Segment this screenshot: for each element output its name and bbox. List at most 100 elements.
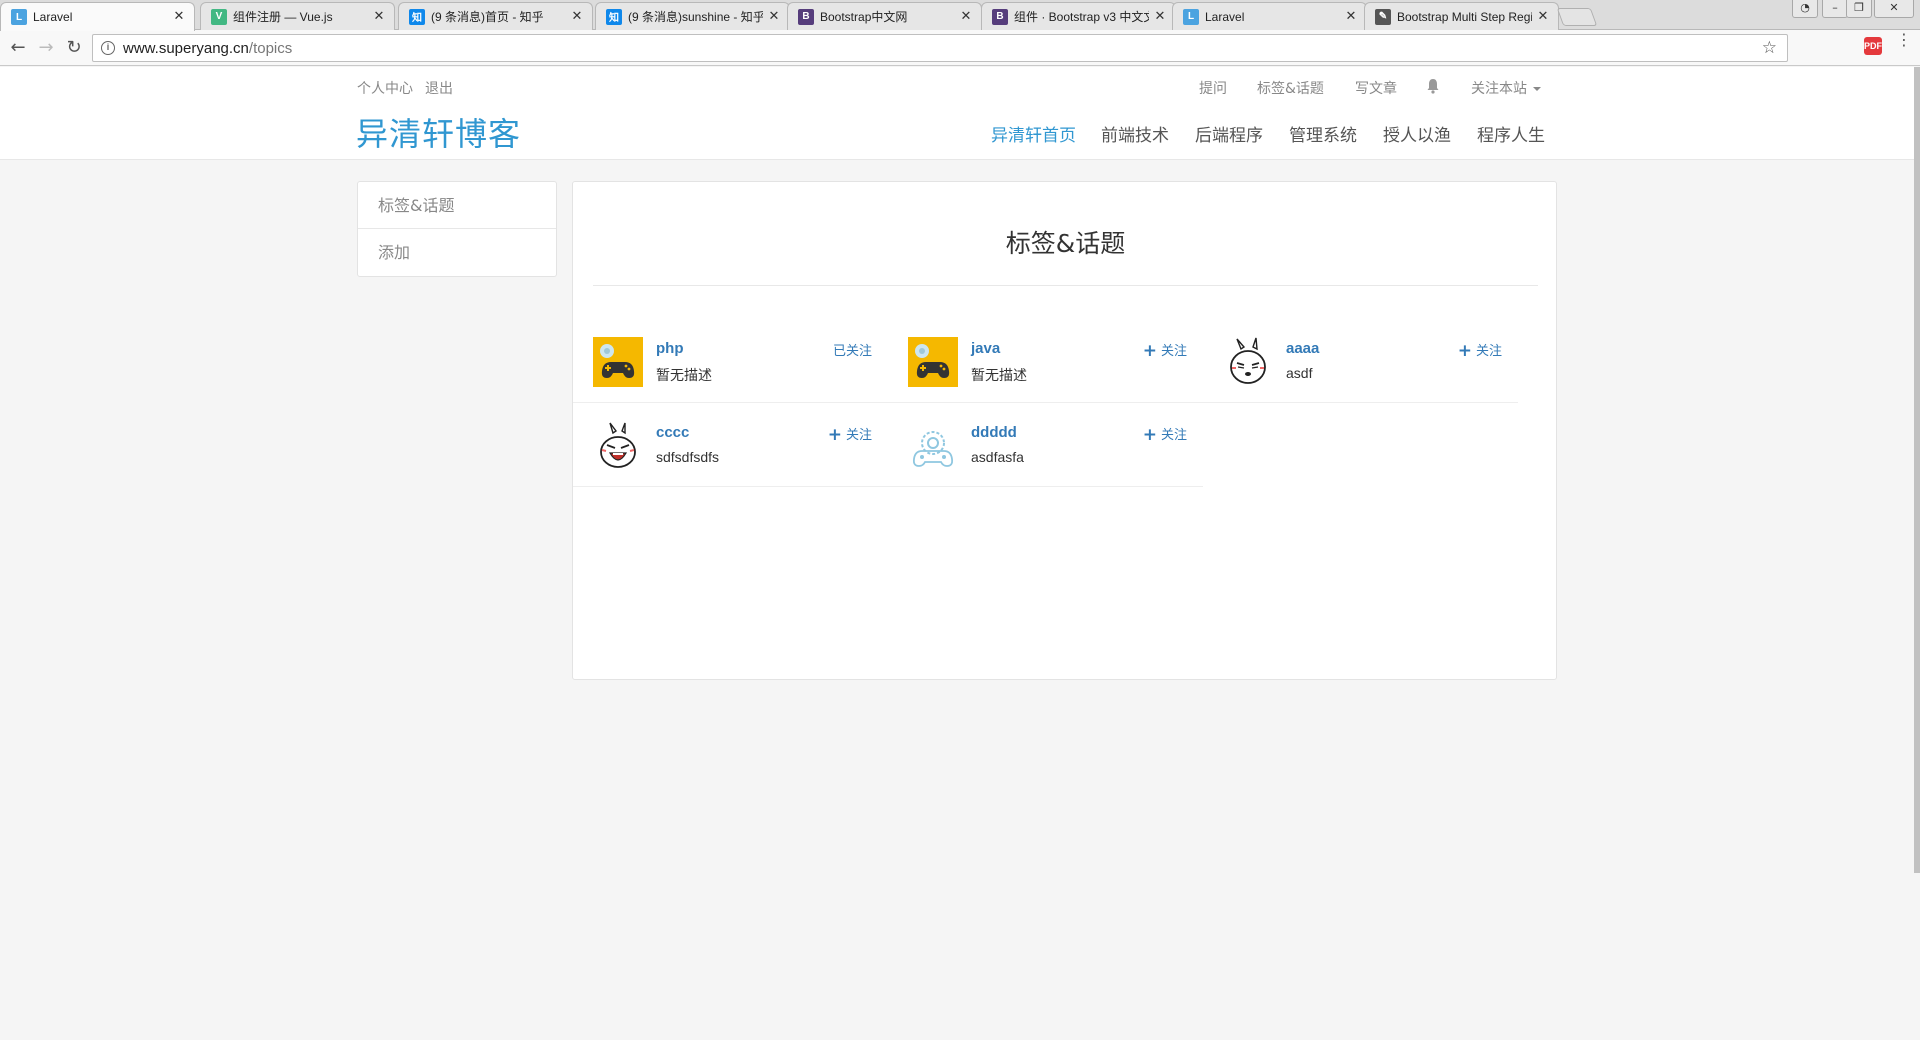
sidebar-item-tags-topics[interactable]: 标签&话题	[358, 182, 556, 229]
extension-icon[interactable]: PDF	[1864, 37, 1882, 55]
browser-tab-3[interactable]: 知 (9 条消息)sunshine - 知乎 ✕	[595, 2, 790, 30]
vue-icon: V	[211, 8, 227, 25]
sidebar-item-add[interactable]: 添加	[358, 229, 556, 276]
profile-link[interactable]: 个人中心	[357, 78, 413, 98]
follow-label: 关注	[1475, 344, 1502, 359]
close-icon[interactable]: ✕	[767, 9, 781, 24]
site-header: 个人中心 退出 提问 标签&话题 写文章 关注本站 异清轩博客 异清轩首页 前端…	[0, 67, 1914, 160]
browser-tab-1[interactable]: V 组件注册 — Vue.js ✕	[200, 2, 395, 30]
tab-title: (9 条消息)sunshine - 知乎	[628, 10, 763, 24]
topic-card: ddddd asdfasfa + 关注	[888, 403, 1203, 487]
topics-panel: 标签&话题 php 暂无描述 已关注 java 暂无描述 + 关注 aaaa a…	[572, 181, 1557, 680]
tab-title: 组件注册 — Vue.js	[233, 10, 333, 24]
browser-tabstrip: L Laravel ✕ V 组件注册 — Vue.js ✕ 知 (9 条消息)首…	[0, 0, 1920, 31]
browser-tab-7[interactable]: ✎ Bootstrap Multi Step Registration ✕	[1364, 2, 1559, 30]
follow-button[interactable]: + 关注	[1458, 340, 1502, 361]
nav-teaching[interactable]: 授人以渔	[1383, 121, 1451, 146]
nav-programmer-life[interactable]: 程序人生	[1477, 121, 1545, 146]
info-icon[interactable]: i	[101, 41, 115, 55]
logout-link[interactable]: 退出	[425, 78, 453, 98]
browser-tab-2[interactable]: 知 (9 条消息)首页 - 知乎 ✕	[398, 2, 593, 30]
rabbit-cartoon-icon[interactable]	[1223, 337, 1273, 387]
gear-gamepad-icon[interactable]	[908, 421, 958, 471]
topic-name[interactable]: php	[656, 340, 684, 357]
zhihu-icon: 知	[409, 8, 425, 25]
topic-name[interactable]: aaaa	[1286, 340, 1319, 357]
tab-title: Laravel	[1205, 9, 1245, 24]
laravel-icon: L	[1183, 8, 1199, 25]
minimize-icon[interactable]: –	[1822, 0, 1848, 18]
page-scrollbar[interactable]	[1914, 67, 1920, 873]
follow-site-label: 关注本站	[1471, 81, 1527, 97]
bell-icon[interactable]	[1426, 78, 1440, 94]
url-path: /topics	[248, 39, 293, 57]
site-brand[interactable]: 异清轩博客	[356, 109, 521, 155]
user-profile-icon[interactable]: ◔	[1792, 0, 1818, 18]
plus-icon: +	[827, 425, 842, 445]
follow-button[interactable]: + 关注	[1143, 424, 1187, 445]
plus-icon: +	[1142, 425, 1157, 445]
gamepad-icon[interactable]	[593, 337, 643, 387]
sidebar: 标签&话题 添加	[357, 181, 557, 277]
window-close-icon[interactable]: ✕	[1874, 0, 1914, 18]
topic-description: asdf	[1286, 365, 1313, 381]
back-arrow-icon[interactable]: ←	[6, 36, 30, 60]
ask-link[interactable]: 提问	[1199, 78, 1227, 98]
reload-icon[interactable]: ↻	[62, 36, 86, 60]
topic-description: sdfsdfsdfs	[656, 449, 720, 465]
close-icon[interactable]: ✕	[570, 9, 584, 24]
tab-title: Laravel	[33, 10, 73, 24]
follow-label: 关注	[845, 428, 872, 443]
close-icon[interactable]: ✕	[1344, 9, 1358, 24]
followed-button[interactable]: 已关注	[833, 340, 872, 359]
topic-card: php 暂无描述 已关注	[573, 319, 888, 403]
bookmark-star-icon[interactable]: ☆	[1762, 38, 1777, 58]
close-icon[interactable]: ✕	[959, 9, 973, 24]
codepen-icon: ✎	[1375, 8, 1391, 25]
laravel-icon: L	[11, 9, 27, 25]
topic-card: cccc sdfsdfsdfs + 关注	[573, 403, 888, 487]
close-icon[interactable]: ✕	[172, 10, 186, 24]
nav-home[interactable]: 异清轩首页	[991, 121, 1076, 146]
browser-tab-4[interactable]: B Bootstrap中文网 ✕	[787, 2, 982, 30]
nav-admin-systems[interactable]: 管理系统	[1289, 121, 1357, 146]
tags-topics-link[interactable]: 标签&话题	[1257, 78, 1324, 98]
write-article-link[interactable]: 写文章	[1355, 78, 1397, 98]
plus-icon: +	[1457, 341, 1472, 361]
tab-title: Bootstrap Multi Step Registration	[1397, 9, 1532, 24]
forward-arrow-icon[interactable]: →	[34, 36, 58, 60]
browser-tab-6[interactable]: L Laravel ✕	[1172, 2, 1367, 30]
topic-description: asdfasfa	[971, 449, 1024, 465]
bootstrap-icon: B	[798, 8, 814, 25]
close-icon[interactable]: ✕	[1536, 9, 1550, 24]
address-bar[interactable]: i www.superyang.cn/topics ☆	[92, 34, 1788, 62]
follow-button[interactable]: + 关注	[1143, 340, 1187, 361]
follow-site-dropdown[interactable]: 关注本站	[1471, 78, 1541, 98]
browser-toolbar: ← → ↻ i www.superyang.cn/topics ☆ PDF ⋮	[0, 30, 1920, 66]
divider	[593, 285, 1538, 286]
topic-name[interactable]: java	[971, 340, 1000, 357]
zhihu-icon: 知	[606, 8, 622, 25]
follow-label: 关注	[1160, 344, 1187, 359]
nav-frontend[interactable]: 前端技术	[1101, 121, 1169, 146]
page-viewport: 个人中心 退出 提问 标签&话题 写文章 关注本站 异清轩博客 异清轩首页 前端…	[0, 67, 1920, 1040]
restore-icon[interactable]: ❐	[1846, 0, 1872, 18]
topic-description: 暂无描述	[656, 367, 712, 383]
topic-description: 暂无描述	[971, 367, 1027, 383]
plus-icon: +	[1142, 341, 1157, 361]
tab-title: (9 条消息)首页 - 知乎	[431, 10, 544, 24]
topic-card: java 暂无描述 + 关注	[888, 319, 1203, 403]
close-icon[interactable]: ✕	[1153, 9, 1167, 24]
browser-tab-5[interactable]: B 组件 · Bootstrap v3 中文文档 ✕	[981, 2, 1176, 30]
rabbit-laughing-icon[interactable]	[593, 421, 643, 471]
follow-button[interactable]: + 关注	[828, 424, 872, 445]
nav-backend[interactable]: 后端程序	[1195, 121, 1263, 146]
gamepad-icon[interactable]	[908, 337, 958, 387]
new-tab-button[interactable]	[1556, 8, 1598, 26]
browser-menu-icon[interactable]: ⋮	[1896, 32, 1912, 48]
close-icon[interactable]: ✕	[372, 9, 386, 24]
browser-tab-0[interactable]: L Laravel ✕	[0, 2, 195, 31]
topic-name[interactable]: ddddd	[971, 424, 1017, 441]
topic-name[interactable]: cccc	[656, 424, 689, 441]
bootstrap-icon: B	[992, 8, 1008, 25]
